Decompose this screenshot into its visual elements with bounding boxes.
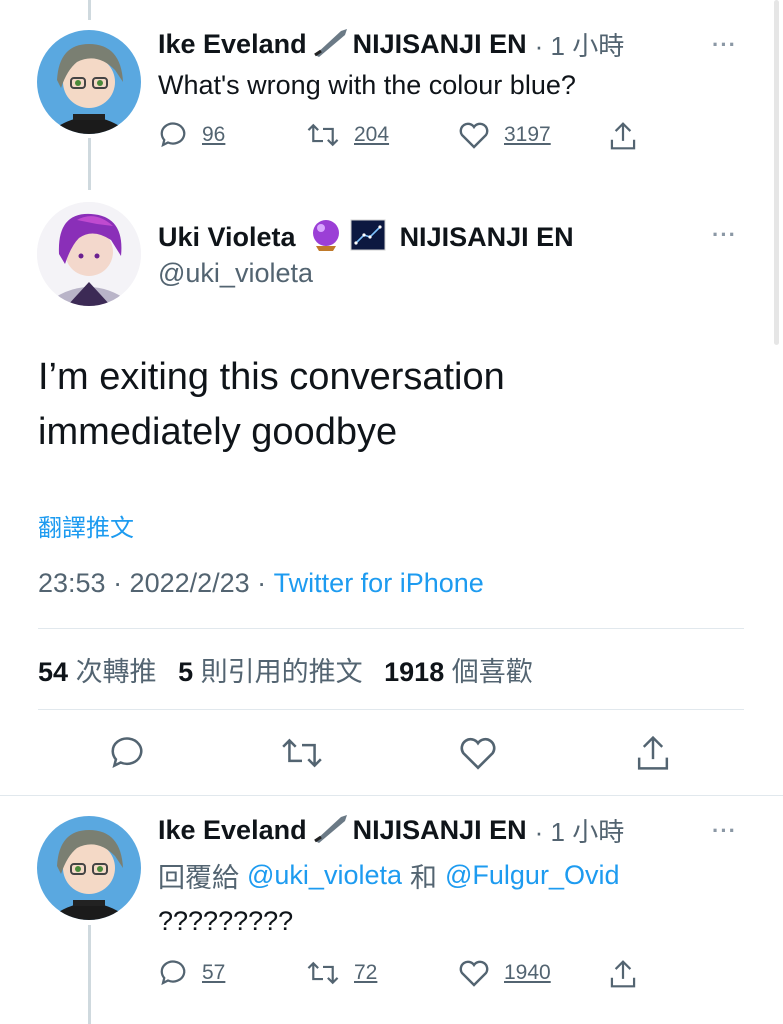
like-icon	[459, 960, 489, 987]
like-icon	[460, 737, 496, 770]
reply-icon	[160, 960, 186, 986]
retweet-count: 204	[354, 123, 390, 146]
translate-link[interactable]: 翻譯推文	[38, 508, 134, 543]
retweet-icon	[307, 123, 339, 147]
tweet-timestamp-row: 23:53 · 2022/2/23 · Twitter for iPhone	[38, 568, 484, 599]
like-button[interactable]: 1940	[458, 958, 551, 988]
bottom-reply-header: Ike Eveland NIJISANJI EN · 1 小時	[158, 812, 624, 849]
avatar-uki[interactable]	[37, 202, 141, 306]
author-name[interactable]: Ike Eveland	[158, 29, 307, 60]
author-suffix: NIJISANJI EN	[352, 29, 527, 59]
reply-button[interactable]: 57	[158, 958, 225, 988]
crystal-ball-icon	[310, 218, 342, 257]
share-icon	[610, 122, 636, 150]
retweet-button[interactable]: 72	[306, 958, 377, 988]
share-button[interactable]	[608, 958, 638, 990]
divider-mid	[38, 709, 744, 710]
tweet-time[interactable]: · 1 小時	[535, 26, 625, 63]
retweet-icon	[307, 961, 339, 985]
share-icon	[637, 735, 669, 770]
tweet-source-link[interactable]: Twitter for iPhone	[274, 568, 484, 599]
main-share-button[interactable]	[634, 733, 672, 778]
likes-label[interactable]: 個喜歡	[452, 657, 533, 687]
replying-to-prefix: 回覆給	[158, 863, 239, 893]
main-retweet-button[interactable]	[280, 735, 324, 776]
main-like-button[interactable]	[458, 735, 498, 776]
main-tweet-line-2: immediately goodbye	[38, 411, 398, 453]
more-options-button[interactable]: ···	[712, 32, 737, 58]
reply-button[interactable]: 96	[158, 120, 225, 150]
thread-line-top	[88, 0, 91, 20]
thread-line-mid	[88, 138, 91, 190]
avatar-ike-bottom[interactable]	[37, 816, 141, 920]
retweets-count[interactable]: 54	[38, 657, 68, 687]
section-divider	[0, 795, 783, 796]
avatar-ike-top[interactable]	[37, 30, 141, 134]
more-options-button[interactable]: ···	[712, 818, 737, 844]
constellation-icon	[350, 219, 386, 256]
reply-icon	[111, 737, 143, 769]
reply-count: 96	[202, 123, 226, 146]
author-name[interactable]: Ike Eveland	[158, 815, 307, 846]
author-handle[interactable]: @uki_violeta	[158, 258, 313, 289]
main-reply-button[interactable]	[108, 735, 146, 776]
like-count: 3197	[504, 123, 551, 146]
engagement-stats: 54 次轉推 5 則引用的推文 1918 個喜歡	[38, 650, 547, 689]
scrollbar[interactable]	[774, 0, 779, 345]
like-icon	[459, 122, 489, 149]
retweet-button[interactable]: 204	[306, 120, 389, 150]
retweets-label[interactable]: 次轉推	[76, 657, 157, 687]
quotes-label[interactable]: 則引用的推文	[201, 657, 363, 687]
tweet-text: What's wrong with the colour blue?	[158, 70, 576, 100]
divider-top	[38, 628, 744, 629]
share-button[interactable]	[608, 120, 638, 152]
tweet-timestamp[interactable]: 23:53 · 2022/2/23 ·	[38, 568, 274, 599]
top-reply-header: Ike Eveland NIJISANJI EN · 1 小時	[158, 26, 624, 63]
tweet-time[interactable]: · 1 小時	[535, 812, 625, 849]
reply-icon	[160, 122, 186, 148]
author-suffix: NIJISANJI EN	[399, 222, 574, 252]
replying-to: 回覆給 @uki_violeta 和 @Fulgur_Ovid	[158, 856, 619, 895]
mention-fulgur[interactable]: @Fulgur_Ovid	[445, 860, 619, 891]
thread-line-bottom	[88, 925, 91, 1024]
mention-uki[interactable]: @uki_violeta	[247, 860, 402, 891]
main-tweet-header: Uki Violeta NIJISANJI EN	[158, 218, 574, 257]
replying-to-join: 和	[410, 863, 437, 893]
like-button[interactable]: 3197	[458, 120, 551, 150]
reply-count: 57	[202, 961, 226, 984]
likes-count[interactable]: 1918	[384, 657, 444, 687]
share-icon	[610, 960, 636, 988]
quotes-count[interactable]: 5	[178, 657, 193, 687]
tweet-text: ?????????	[158, 906, 294, 936]
author-name[interactable]: Uki Violeta	[158, 222, 296, 253]
main-tweet-line-1: I’m exiting this conversation	[38, 356, 505, 398]
retweet-count: 72	[354, 961, 378, 984]
retweet-icon	[282, 738, 322, 768]
quill-icon	[311, 813, 349, 848]
author-suffix: NIJISANJI EN	[352, 815, 527, 845]
more-options-button[interactable]: ···	[712, 222, 737, 248]
main-tweet-text: I’m exiting this conversation immediatel…	[38, 350, 505, 460]
quill-icon	[311, 27, 349, 62]
like-count: 1940	[504, 961, 551, 984]
